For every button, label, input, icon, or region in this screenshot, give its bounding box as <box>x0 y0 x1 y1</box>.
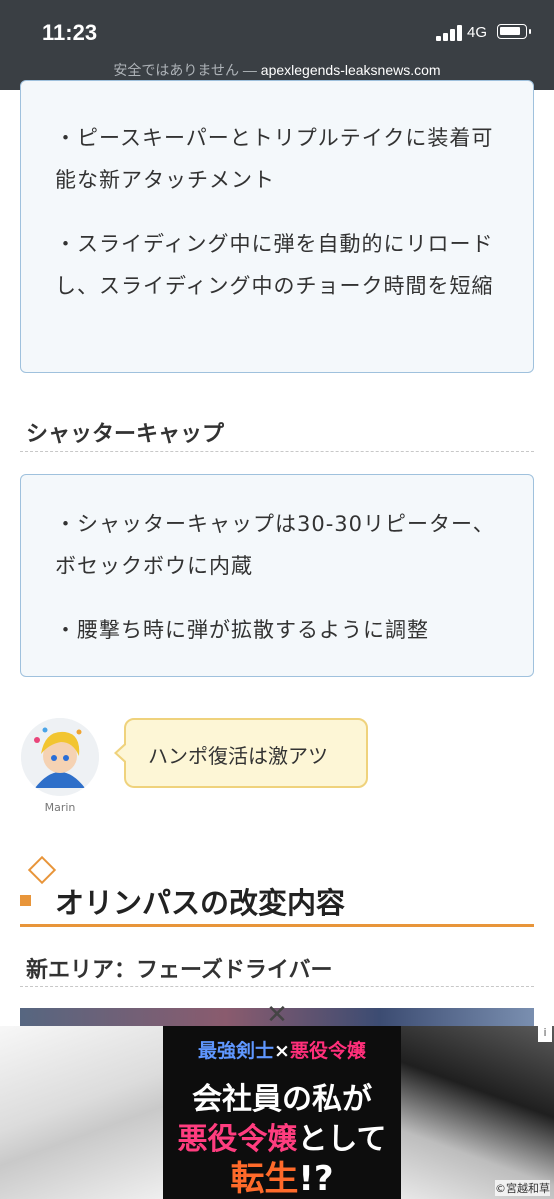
ad-copyright: ©宮越和草 <box>495 1180 550 1196</box>
insecure-warning: 安全ではありません — <box>113 62 257 78</box>
ad-illustration-right <box>401 1026 554 1199</box>
info-box-attachments: ・ピースキーパーとトリプルテイクに装着可能な新アタッチメント ・スライディング中… <box>20 80 534 373</box>
subheading-phase-driver: 新エリア：フェーズドライバー <box>26 958 333 983</box>
ad-text: × <box>274 1040 290 1062</box>
ad-text: 悪役令嬢 <box>289 1040 366 1062</box>
battery-icon <box>497 24 531 39</box>
ad-text: 転生 <box>230 1159 299 1199</box>
ad-line-4: 転生!? <box>163 1151 401 1199</box>
speech-text: ハンポ復活は激アツ <box>148 744 328 768</box>
ad-line-2: 会社員の私が <box>192 1082 372 1117</box>
signal-icon <box>436 25 464 41</box>
network-type: 4G <box>467 24 488 41</box>
url-domain: apexlegends-leaksnews.com <box>260 62 441 78</box>
section-heading-olympus: オリンパスの改変内容 <box>55 886 346 920</box>
ad-illustration-left <box>0 1026 165 1199</box>
status-bar: 11:23 4G 安全ではありません — apexlegends-leaksne… <box>0 0 554 90</box>
heading-underline <box>20 924 534 927</box>
ad-text-panel: 最強剣士×悪役令嬢 会社員の私が 悪役令嬢として 転生!? <box>163 1026 401 1199</box>
avatar-name: Marin <box>44 801 76 814</box>
heading-divider <box>20 451 534 452</box>
ad-line-1: 最強剣士×悪役令嬢 <box>163 1036 401 1063</box>
diamond-icon <box>27 855 57 885</box>
info-box-shattercap: ・シャッターキャップは30-30リピーター、ボセックボウに内蔵 ・腰撃ち時に弾が… <box>20 474 534 677</box>
address-bar[interactable]: 安全ではありません — apexlegends-leaksnews.com <box>0 60 554 80</box>
list-item: ・シャッターキャップは30-30リピーター、ボセックボウに内蔵 <box>55 512 495 578</box>
heading-divider <box>20 986 534 987</box>
list-item: ・腰撃ち時に弾が拡散するように調整 <box>55 618 429 642</box>
avatar <box>21 718 99 796</box>
list-item: ・ピースキーパーとトリプルテイクに装着可能な新アタッチメント <box>55 126 494 192</box>
section-heading-shattercap: シャッターキャップ <box>26 422 225 447</box>
ad-text: !? <box>298 1159 334 1199</box>
ad-banner[interactable]: 最強剣士×悪役令嬢 会社員の私が 悪役令嬢として 転生!? ©宮越和草 i <box>0 1026 554 1199</box>
list-item: ・スライディング中に弾を自動的にリロードし、スライディング中のチョーク時間を短縮 <box>55 232 494 298</box>
ad-text: 最強剣士 <box>198 1040 275 1062</box>
square-icon <box>20 895 31 906</box>
ad-info-icon[interactable]: i <box>538 1026 552 1042</box>
status-time: 11:23 <box>42 20 98 45</box>
speech-bubble: ハンポ復活は激アツ <box>114 718 368 788</box>
close-icon[interactable]: ✕ <box>263 1002 291 1028</box>
